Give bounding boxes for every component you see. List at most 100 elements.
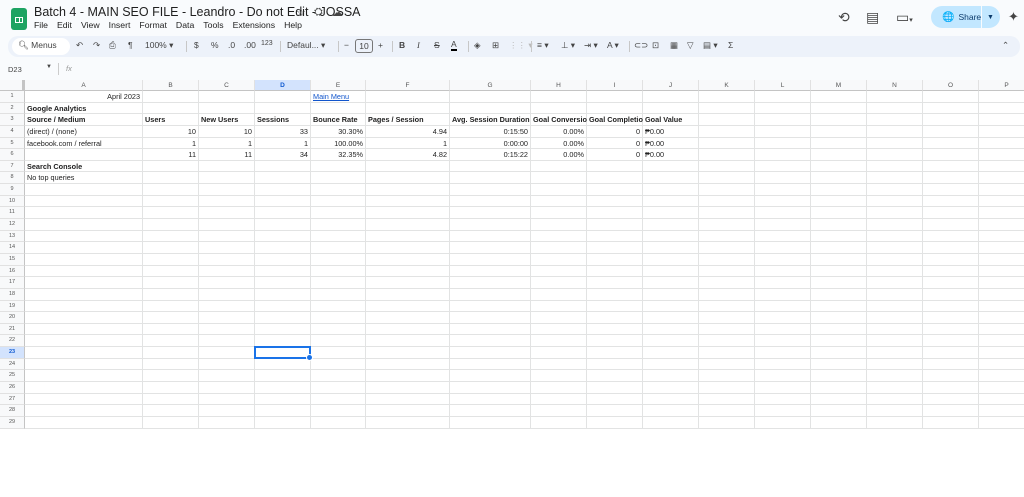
cell-A23[interactable] — [25, 347, 143, 359]
column-header-H[interactable]: H — [531, 80, 587, 91]
row-header-29[interactable]: 29 — [0, 416, 25, 429]
cell-I18[interactable] — [587, 288, 643, 301]
cell-G8[interactable] — [450, 172, 531, 185]
cell-F12[interactable] — [366, 219, 450, 231]
cell-M6[interactable] — [811, 149, 867, 161]
merge-cells-icon[interactable]: ⋮⋮ ▾ — [509, 40, 533, 51]
strikethrough-icon[interactable]: S — [434, 40, 440, 50]
cell-O26[interactable] — [923, 382, 979, 394]
cell-N14[interactable] — [867, 242, 923, 254]
cell-A7[interactable]: Search Console — [25, 160, 143, 173]
cell-F26[interactable] — [366, 382, 450, 394]
cell-H3[interactable]: Goal Conversio — [531, 114, 587, 126]
cell-C12[interactable] — [199, 219, 255, 231]
cell-N5[interactable] — [867, 137, 923, 150]
cell-J28[interactable] — [643, 405, 699, 417]
cell-M14[interactable] — [811, 242, 867, 254]
cell-A25[interactable] — [25, 370, 143, 382]
cell-A6[interactable] — [25, 149, 143, 161]
cell-B11[interactable] — [143, 207, 199, 220]
row-header-21[interactable]: 21 — [0, 323, 25, 336]
column-header-J[interactable]: J — [643, 80, 699, 91]
cell-B24[interactable] — [143, 358, 199, 371]
cell-O15[interactable] — [923, 253, 979, 266]
cell-C13[interactable] — [199, 230, 255, 243]
decrease-decimal-button[interactable]: .0 — [228, 40, 235, 50]
cell-C14[interactable] — [199, 242, 255, 254]
cell-E7[interactable] — [311, 160, 366, 173]
cell-H4[interactable]: 0.00% — [531, 125, 587, 138]
cell-J22[interactable] — [643, 335, 699, 348]
cell-K29[interactable] — [699, 416, 755, 429]
cell-D17[interactable] — [255, 277, 311, 289]
text-color-icon[interactable]: A — [451, 40, 457, 51]
cell-I13[interactable] — [587, 230, 643, 243]
cell-L16[interactable] — [755, 265, 811, 278]
cell-M17[interactable] — [811, 277, 867, 289]
select-all-corner[interactable] — [0, 80, 25, 91]
font-select[interactable]: Defaul... ▾ — [287, 40, 325, 51]
cell-L21[interactable] — [755, 323, 811, 336]
cell-A19[interactable] — [25, 300, 143, 313]
cell-H5[interactable]: 0.00% — [531, 137, 587, 150]
move-icon[interactable]: ⛭ — [314, 6, 323, 19]
cell-C26[interactable] — [199, 382, 255, 394]
cell-L17[interactable] — [755, 277, 811, 289]
row-header-1[interactable]: 1 — [0, 91, 25, 103]
cell-A12[interactable] — [25, 219, 143, 231]
cell-E2[interactable] — [311, 102, 366, 115]
cell-A1[interactable]: April 2023 — [25, 91, 143, 103]
cell-M27[interactable] — [811, 393, 867, 406]
text-wrap-icon[interactable]: ⇥ ▾ — [584, 40, 598, 51]
cell-A15[interactable] — [25, 253, 143, 266]
cell-L28[interactable] — [755, 405, 811, 417]
cell-K7[interactable] — [699, 160, 755, 173]
cell-K13[interactable] — [699, 230, 755, 243]
cell-M11[interactable] — [811, 207, 867, 220]
cell-M22[interactable] — [811, 335, 867, 348]
cell-L10[interactable] — [755, 195, 811, 208]
cell-O25[interactable] — [923, 370, 979, 382]
cell-K1[interactable] — [699, 91, 755, 103]
cell-I26[interactable] — [587, 382, 643, 394]
cell-N9[interactable] — [867, 184, 923, 196]
cell-P10[interactable] — [979, 196, 1024, 208]
menu-edit[interactable]: Edit — [57, 20, 72, 30]
cell-H24[interactable] — [531, 358, 587, 371]
cell-J9[interactable] — [643, 184, 699, 196]
cell-J19[interactable] — [643, 300, 699, 313]
cell-K11[interactable] — [699, 207, 755, 220]
cell-N7[interactable] — [867, 160, 923, 173]
redo-icon[interactable]: ↷ — [93, 40, 100, 51]
cell-O21[interactable] — [923, 323, 979, 336]
cell-D16[interactable] — [255, 265, 311, 278]
cell-C20[interactable] — [199, 312, 255, 324]
cell-J13[interactable] — [643, 230, 699, 243]
cell-D26[interactable] — [255, 382, 311, 394]
cell-N4[interactable] — [867, 125, 923, 138]
name-box-dropdown-icon[interactable]: ▼ — [46, 64, 52, 70]
cell-C16[interactable] — [199, 265, 255, 278]
cell-I20[interactable] — [587, 312, 643, 324]
cell-C27[interactable] — [199, 393, 255, 406]
cell-D6[interactable]: 34 — [255, 149, 311, 161]
cell-K24[interactable] — [699, 358, 755, 371]
cell-P5[interactable] — [979, 138, 1024, 150]
cell-E3[interactable]: Bounce Rate — [311, 114, 366, 126]
cell-K12[interactable] — [699, 219, 755, 231]
cell-B4[interactable]: 10 — [143, 125, 199, 138]
cell-O14[interactable] — [923, 242, 979, 254]
cell-G22[interactable] — [450, 335, 531, 348]
cell-I16[interactable] — [587, 265, 643, 278]
name-box[interactable]: D23 — [8, 65, 22, 74]
cell-O4[interactable] — [923, 125, 979, 138]
cell-G7[interactable] — [450, 160, 531, 173]
cell-D10[interactable] — [255, 195, 311, 208]
cell-M13[interactable] — [811, 230, 867, 243]
cell-P27[interactable] — [979, 394, 1024, 406]
cell-N13[interactable] — [867, 230, 923, 243]
cell-F3[interactable]: Pages / Session — [366, 114, 450, 126]
share-button[interactable]: 🌐 Share ▼ — [931, 6, 1000, 28]
cell-A2[interactable]: Google Analytics — [25, 102, 143, 115]
cell-C5[interactable]: 1 — [199, 137, 255, 150]
